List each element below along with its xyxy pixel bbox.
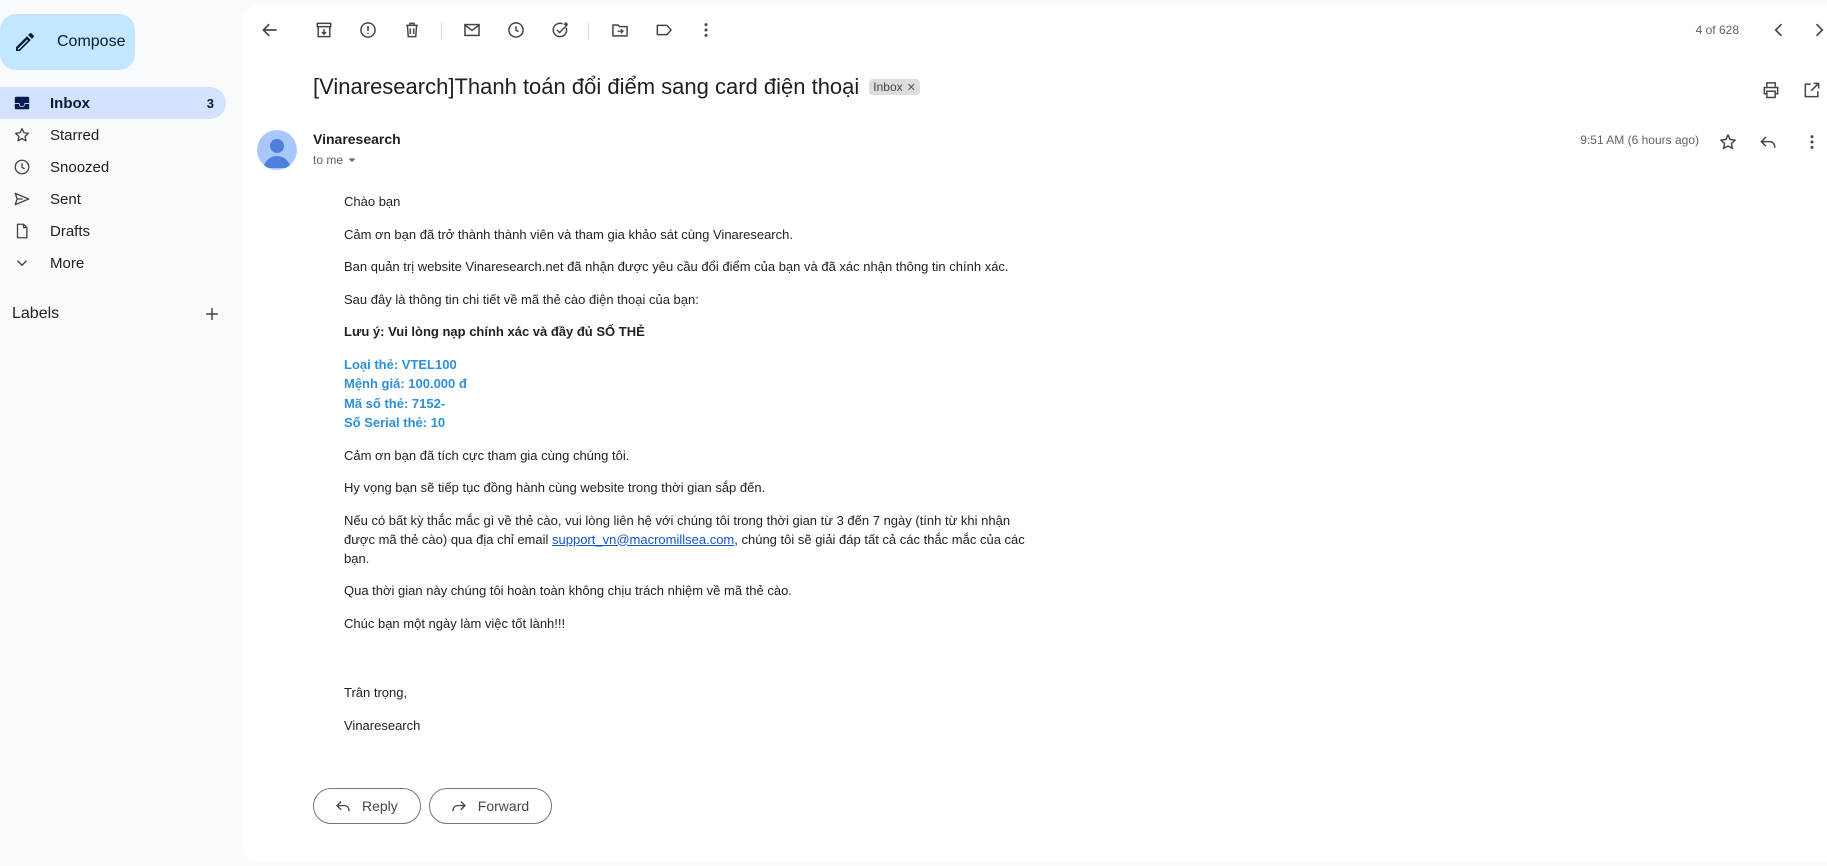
toolbar: 4 of 628 [242, 6, 1827, 54]
label-icon[interactable] [652, 18, 676, 42]
toolbar-divider [588, 22, 589, 40]
newer-icon[interactable] [1767, 18, 1791, 42]
sidebar-item-label: More [50, 254, 85, 272]
forward-label: Forward [477, 798, 530, 814]
recipient-details[interactable]: to me [313, 153, 357, 167]
message-pane: 4 of 628 [Vinaresearch]Thanh toán đổi đi… [242, 6, 1827, 862]
label-chip-text: Inbox [873, 80, 903, 94]
body-paragraph: Cảm ơn bạn đã tích cực tham gia cùng chú… [344, 447, 630, 463]
card-type: Loại thẻ: VTEL100 [344, 356, 457, 372]
older-icon[interactable] [1807, 18, 1827, 42]
nav-list: Inbox 3 Starred Snoozed Sent Drafts More [0, 87, 226, 279]
report-spam-icon[interactable] [356, 18, 380, 42]
body-paragraph: Cảm ơn bạn đã trở thành thành viên và th… [344, 226, 793, 242]
send-icon [12, 189, 32, 209]
card-details: Loại thẻ: VTEL100 Mệnh giá: 100.000 đ Mã… [344, 355, 1034, 433]
compose-button[interactable]: Compose [0, 14, 135, 70]
sidebar-item-label: Starred [50, 126, 100, 144]
open-in-new-window-icon[interactable] [1802, 80, 1822, 100]
support-email-link[interactable]: support_vn@macromillsea.com [552, 532, 734, 547]
sender-name[interactable]: Vinaresearch [313, 131, 401, 147]
email-timestamp: 9:51 AM (6 hours ago) [1580, 133, 1699, 147]
labels-heading: Labels [12, 305, 60, 322]
forward-button[interactable]: Forward [428, 788, 553, 824]
sidebar-item-starred[interactable]: Starred [0, 119, 226, 151]
sidebar-item-drafts[interactable]: Drafts [0, 215, 226, 247]
greeting: Chào bạn [344, 194, 401, 209]
body-paragraph: Qua thời gian này chúng tôi hoàn toàn kh… [344, 583, 792, 598]
star-icon[interactable] [1718, 132, 1738, 152]
back-icon[interactable] [258, 18, 282, 42]
unread-count: 3 [206, 95, 214, 111]
card-value: Mệnh giá: 100.000 đ [344, 376, 467, 391]
body-paragraph: Ban quản trị website Vinaresearch.net đã… [344, 259, 1009, 274]
reply-icon[interactable] [1758, 132, 1778, 152]
reply-button[interactable]: Reply [313, 788, 421, 824]
sidebar: Compose Inbox 3 Starred Snoozed Sent Dra… [0, 0, 242, 866]
sidebar-item-label: Snoozed [50, 158, 110, 176]
reply-icon [334, 797, 352, 815]
body-paragraph: Hy vọng bạn sẽ tiếp tục đồng hành cùng w… [344, 480, 766, 495]
print-icon[interactable] [1761, 80, 1781, 100]
chevron-down-icon [12, 253, 32, 273]
sidebar-item-sent[interactable]: Sent [0, 183, 226, 215]
add-label-icon[interactable] [202, 304, 222, 324]
email-body: Chào bạn Cảm ơn bạn đã trở thành thành v… [344, 192, 1034, 748]
reply-label: Reply [362, 798, 398, 814]
caret-down-icon [347, 155, 357, 165]
draft-icon [12, 221, 32, 241]
signature: Vinaresearch [344, 717, 421, 733]
delete-icon[interactable] [400, 18, 424, 42]
reply-actions: Reply Forward [313, 788, 553, 824]
pencil-icon [13, 30, 37, 54]
sidebar-item-label: Sent [50, 190, 81, 208]
closing: Trân trọng, [344, 685, 408, 700]
sidebar-item-more[interactable]: More [0, 247, 226, 279]
pagination-text: 4 of 628 [1695, 23, 1739, 37]
sidebar-item-label: Inbox [50, 94, 90, 112]
sender-avatar[interactable] [257, 130, 297, 170]
inbox-icon [12, 93, 32, 113]
remove-label-icon[interactable]: ✕ [907, 81, 916, 94]
snooze-icon[interactable] [504, 18, 528, 42]
forward-icon [450, 797, 468, 815]
important-note: Lưu ý: Vui lòng nạp chính xác và đầy đủ … [344, 324, 645, 339]
labels-section-header: Labels [12, 304, 222, 324]
body-paragraph: Sau đây là thông tin chi tiết về mã thẻ … [344, 291, 699, 307]
move-to-icon[interactable] [608, 18, 632, 42]
card-serial: Số Serial thẻ: 10 [344, 415, 446, 430]
sidebar-item-snoozed[interactable]: Snoozed [0, 151, 226, 183]
star-icon [12, 125, 32, 145]
add-task-icon[interactable] [548, 18, 572, 42]
compose-label: Compose [57, 33, 126, 50]
label-chip: Inbox ✕ [869, 79, 920, 95]
contact-paragraph: Nếu có bất kỳ thắc mắc gì về thẻ cào, vu… [344, 511, 1034, 568]
card-code: Mã số thẻ: 7152- [344, 395, 446, 411]
more-options-icon[interactable] [694, 18, 718, 42]
mark-unread-icon[interactable] [460, 18, 484, 42]
toolbar-divider [441, 22, 442, 40]
message-more-icon[interactable] [1802, 132, 1822, 152]
sidebar-item-inbox[interactable]: Inbox 3 [0, 87, 226, 119]
archive-icon[interactable] [312, 18, 336, 42]
recipient-text: to me [313, 153, 344, 167]
clock-icon [12, 157, 32, 177]
sidebar-item-label: Drafts [50, 222, 91, 240]
email-subject: [Vinaresearch]Thanh toán đổi điểm sang c… [313, 74, 860, 99]
subject-row: [Vinaresearch]Thanh toán đổi điểm sang c… [313, 74, 920, 100]
body-paragraph: Chúc bạn một ngày làm việc tốt lành!!! [344, 615, 566, 631]
